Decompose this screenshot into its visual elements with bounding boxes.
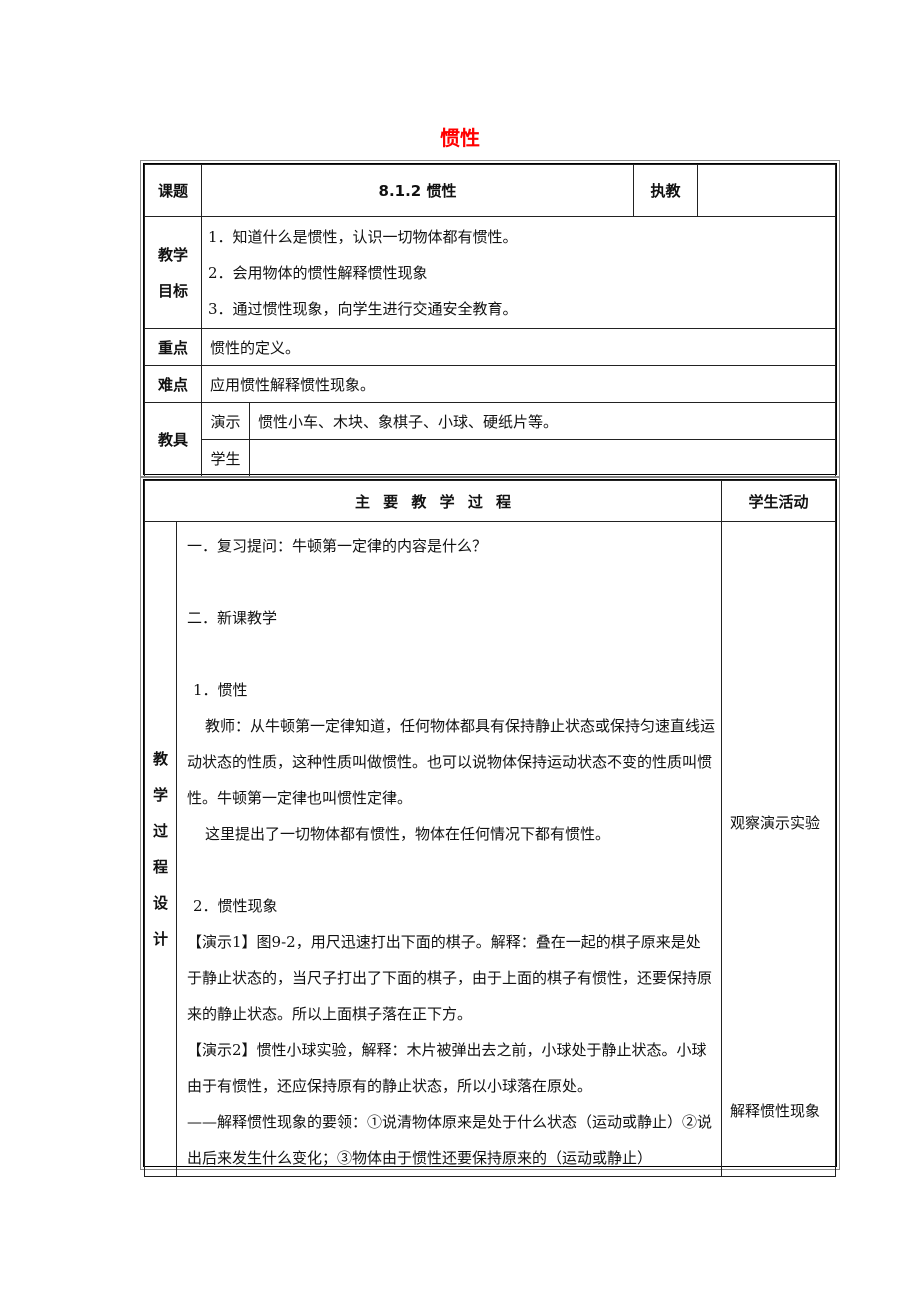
topic-label: 课题: [144, 164, 202, 217]
side-char: 学: [152, 786, 168, 804]
process-content: 一．复习提问：牛顿第一定律的内容是什么？ 二．新课教学 1．惯性 教师：从牛顿第…: [176, 521, 722, 1177]
goals-label-line2: 目标: [157, 281, 188, 300]
goals-list: 1．知道什么是惯性，认识一切物体都有惯性。 2．会用物体的惯性解释惯性现象 3．…: [201, 216, 836, 329]
review-question: 一．复习提问：牛顿第一定律的内容是什么？: [187, 537, 488, 555]
goal-item: 2．会用物体的惯性解释惯性现象: [208, 263, 428, 282]
section1-title: 1．惯性: [193, 681, 248, 699]
demo1-paragraph: 【演示1】图9-2，用尺迅速打出下面的棋子。解释：叠在一起的棋子原来是处于静止状…: [187, 933, 713, 1023]
goals-label: 教学 目标: [144, 216, 202, 329]
side-char: 过: [152, 822, 168, 840]
goal-item: 1．知道什么是惯性，认识一切物体都有惯性。: [208, 227, 518, 246]
tools-label: 教具: [144, 402, 202, 477]
process-header-main: 主 要 教 学 过 程: [144, 480, 722, 522]
section1-paragraph1: 教师：从牛顿第一定律知道，任何物体都具有保持静止状态或保持匀速直线运动状态的性质…: [187, 717, 716, 807]
difficulty-row: 难点 应用惯性解释惯性现象。: [144, 365, 836, 403]
key-point-value: 惯性的定义。: [201, 328, 836, 366]
side-char: 程: [152, 858, 168, 876]
goals-row: 教学 目标 1．知道什么是惯性，认识一切物体都有惯性。 2．会用物体的惯性解释惯…: [144, 216, 836, 329]
process-header-row: 主 要 教 学 过 程 学生活动: [144, 480, 836, 522]
teaching-process-table: 主 要 教 学 过 程 学生活动 教 学 过 程 设 计 一．复习提问：牛顿第一…: [140, 476, 840, 1177]
lesson-info-table: 课题 8.1.2 惯性 执教 教学 目标 1．知道什么是惯性，认识一切物体都有惯…: [140, 160, 840, 478]
process-body-row: 教 学 过 程 设 计 一．复习提问：牛顿第一定律的内容是什么？ 二．新课教学 …: [144, 521, 836, 1177]
key-point-row: 重点 惯性的定义。: [144, 328, 836, 366]
tools-student-label: 学生: [201, 439, 250, 477]
topic-row: 课题 8.1.2 惯性 执教: [144, 164, 836, 217]
section2-title: 2．惯性现象: [193, 897, 278, 915]
tools-student-row: 学生: [145, 439, 836, 477]
side-char: 计: [152, 930, 168, 948]
tools-demo-value: 惯性小车、木块、象棋子、小球、硬纸片等。: [249, 402, 836, 440]
demo2-paragraph: 【演示2】惯性小球实验，解释：木片被弹出去之前，小球处于静止状态。小球由于有惯性…: [187, 1041, 707, 1095]
teacher-value: [697, 164, 836, 217]
activity-observe: 观察演示实验: [730, 814, 821, 832]
goals-label-line1: 教学: [157, 245, 188, 264]
process-side-label: 教 学 过 程 设 计: [144, 521, 177, 1177]
difficulty-value: 应用惯性解释惯性现象。: [201, 365, 836, 403]
page-title: 惯性: [440, 126, 480, 150]
activity-explain: 解释惯性现象: [730, 1102, 821, 1120]
tools-demo-row: 教具 演示 惯性小车、木块、象棋子、小球、硬纸片等。: [144, 402, 836, 477]
process-header-activity: 学生活动: [721, 480, 836, 522]
tools-student-value: [249, 439, 836, 477]
section1-paragraph2: 这里提出了一切物体都有惯性，物体在任何情况下都有惯性。: [205, 825, 611, 843]
teacher-label: 执教: [633, 164, 698, 217]
goal-item: 3．通过惯性现象，向学生进行交通安全教育。: [208, 299, 518, 318]
key-point-label: 重点: [144, 328, 202, 366]
topic-value: 8.1.2 惯性: [201, 164, 634, 217]
side-char: 设: [152, 894, 168, 912]
tools-demo-label: 演示: [201, 402, 250, 440]
student-activity-cell: 观察演示实验 解释惯性现象: [721, 521, 836, 1177]
key-method-paragraph: ——解释惯性现象的要领：①说清物体原来是处于什么状态（运动或静止）②说出后来发生…: [187, 1113, 713, 1167]
difficulty-label: 难点: [144, 365, 202, 403]
side-char: 教: [152, 750, 168, 768]
new-lesson-heading: 二．新课教学: [187, 609, 278, 627]
